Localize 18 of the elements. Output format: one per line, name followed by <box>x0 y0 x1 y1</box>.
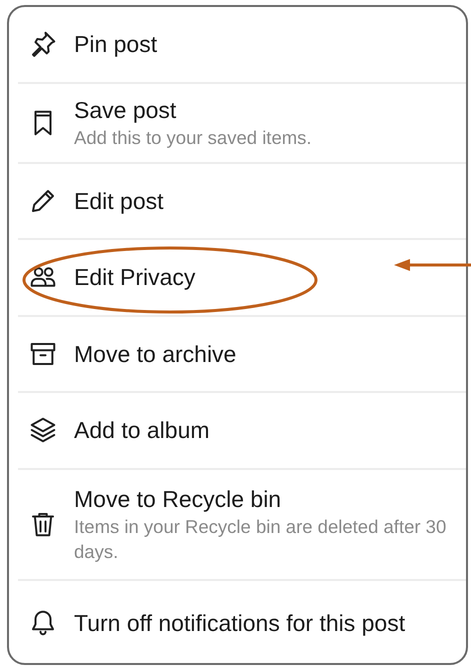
item-description: Add this to your saved items. <box>74 126 312 150</box>
menu-item[interactable]: Move to Recycle bin Items in your Recycle bin are deleted after 30 days. <box>18 470 466 580</box>
menu-item[interactable]: Edit Privacy <box>18 240 466 316</box>
menu-item[interactable]: Move to archive <box>18 316 466 393</box>
item-label: Move to Recycle bin <box>74 485 282 514</box>
menu-item[interactable]: Edit post <box>18 164 466 240</box>
menu-item[interactable]: Save post Add this to your saved items. <box>18 84 466 164</box>
item-description: Items in your Recycle bin are deleted after 30 days. <box>74 515 448 564</box>
item-label: Pin post <box>74 30 158 60</box>
item-label: Edit post <box>74 186 164 216</box>
item-label: Add to album <box>74 416 210 446</box>
item-label: Turn off notifications for this post <box>74 608 406 638</box>
item-label: Save post <box>74 96 178 125</box>
item-label: Edit Privacy <box>74 263 196 292</box>
menu-item[interactable]: Pin post <box>18 7 466 84</box>
menu-item[interactable]: Turn off notifications for this post <box>18 580 466 664</box>
item-label: Move to archive <box>74 340 236 369</box>
menu-item[interactable]: Add to album <box>18 393 466 470</box>
